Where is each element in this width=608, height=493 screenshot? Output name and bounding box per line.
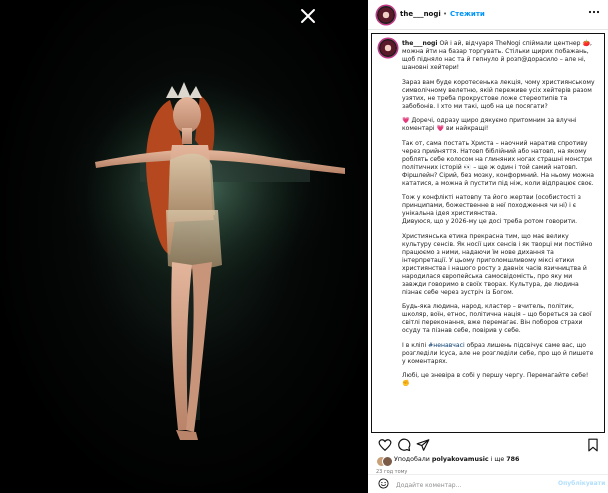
comment-input[interactable] <box>394 478 548 492</box>
caption-author-avatar[interactable] <box>379 39 397 57</box>
caption-paragraph-with-hashtag: І в кліпі #ненавчасі образ лишень підсві… <box>402 341 594 365</box>
emoji-icon <box>378 478 389 489</box>
post-details-panel: the___nogi • Стежити the___nogi Ой і ай,… <box>368 0 608 493</box>
more-horizontal-icon <box>588 10 600 14</box>
post-photo <box>0 0 368 493</box>
save-button[interactable] <box>586 438 600 452</box>
caption-paragraph: Будь-яка людина, народ, кластер – вчител… <box>402 303 592 334</box>
post-caption: the___nogi Ой і ай, відчуаря TheNogi спі… <box>402 40 596 395</box>
follow-button[interactable]: Стежити <box>450 10 485 18</box>
like-button[interactable] <box>378 438 392 452</box>
caption-paragraph: Любі, це зневіра в собі у першу чергу. П… <box>402 372 589 387</box>
post-header: the___nogi • Стежити <box>368 0 608 30</box>
comment-bar: Опублікувати <box>368 474 608 493</box>
share-icon <box>416 439 430 451</box>
emoji-button[interactable] <box>378 478 389 489</box>
header-separator: • <box>443 10 448 18</box>
post-actions <box>368 438 608 454</box>
author-username[interactable]: the___nogi <box>400 10 441 18</box>
more-options-button[interactable] <box>588 8 600 18</box>
caption-paragraph: Так от, сама постать Христа – наочний на… <box>402 139 594 187</box>
share-button[interactable] <box>416 438 430 452</box>
comment-icon <box>398 438 411 452</box>
caption-paragraph: Тож у конфлікті натовпу та його жертви (… <box>402 194 581 225</box>
close-icon <box>301 9 315 23</box>
caption-paragraph: Християнська етика прекрасна тим, що має… <box>402 232 593 296</box>
heart-icon <box>378 439 392 452</box>
caption-username[interactable]: the___nogi <box>402 40 438 47</box>
likes-prefix: Уподобали <box>394 456 430 463</box>
caption-paragraph: 💗 Доречі, одразу щиро дякуємо притомним … <box>402 117 577 132</box>
bookmark-icon <box>588 438 598 452</box>
likes-summary: Уподобали polyakovamusic і ще 786 <box>394 456 519 463</box>
likes-count[interactable]: 786 <box>506 456 519 463</box>
photo-illustration <box>50 65 350 440</box>
likes-mid: і ще <box>490 456 505 463</box>
publish-button[interactable]: Опублікувати <box>558 480 605 487</box>
liker-avatar <box>382 456 393 467</box>
comment-button[interactable] <box>397 438 411 452</box>
close-button[interactable] <box>296 4 320 28</box>
caption-scroll-area[interactable]: the___nogi Ой і ай, відчуаря TheNogi спі… <box>371 33 605 433</box>
caption-paragraph: the___nogi Ой і ай, відчуаря TheNogi спі… <box>402 40 596 72</box>
hashtag-link[interactable]: #ненавчасі <box>428 342 465 349</box>
author-avatar[interactable] <box>377 6 395 24</box>
likes-user-link[interactable]: polyakovamusic <box>432 456 489 463</box>
caption-paragraph: Зараз вам буде коротесенька лекція, чому… <box>402 78 595 110</box>
